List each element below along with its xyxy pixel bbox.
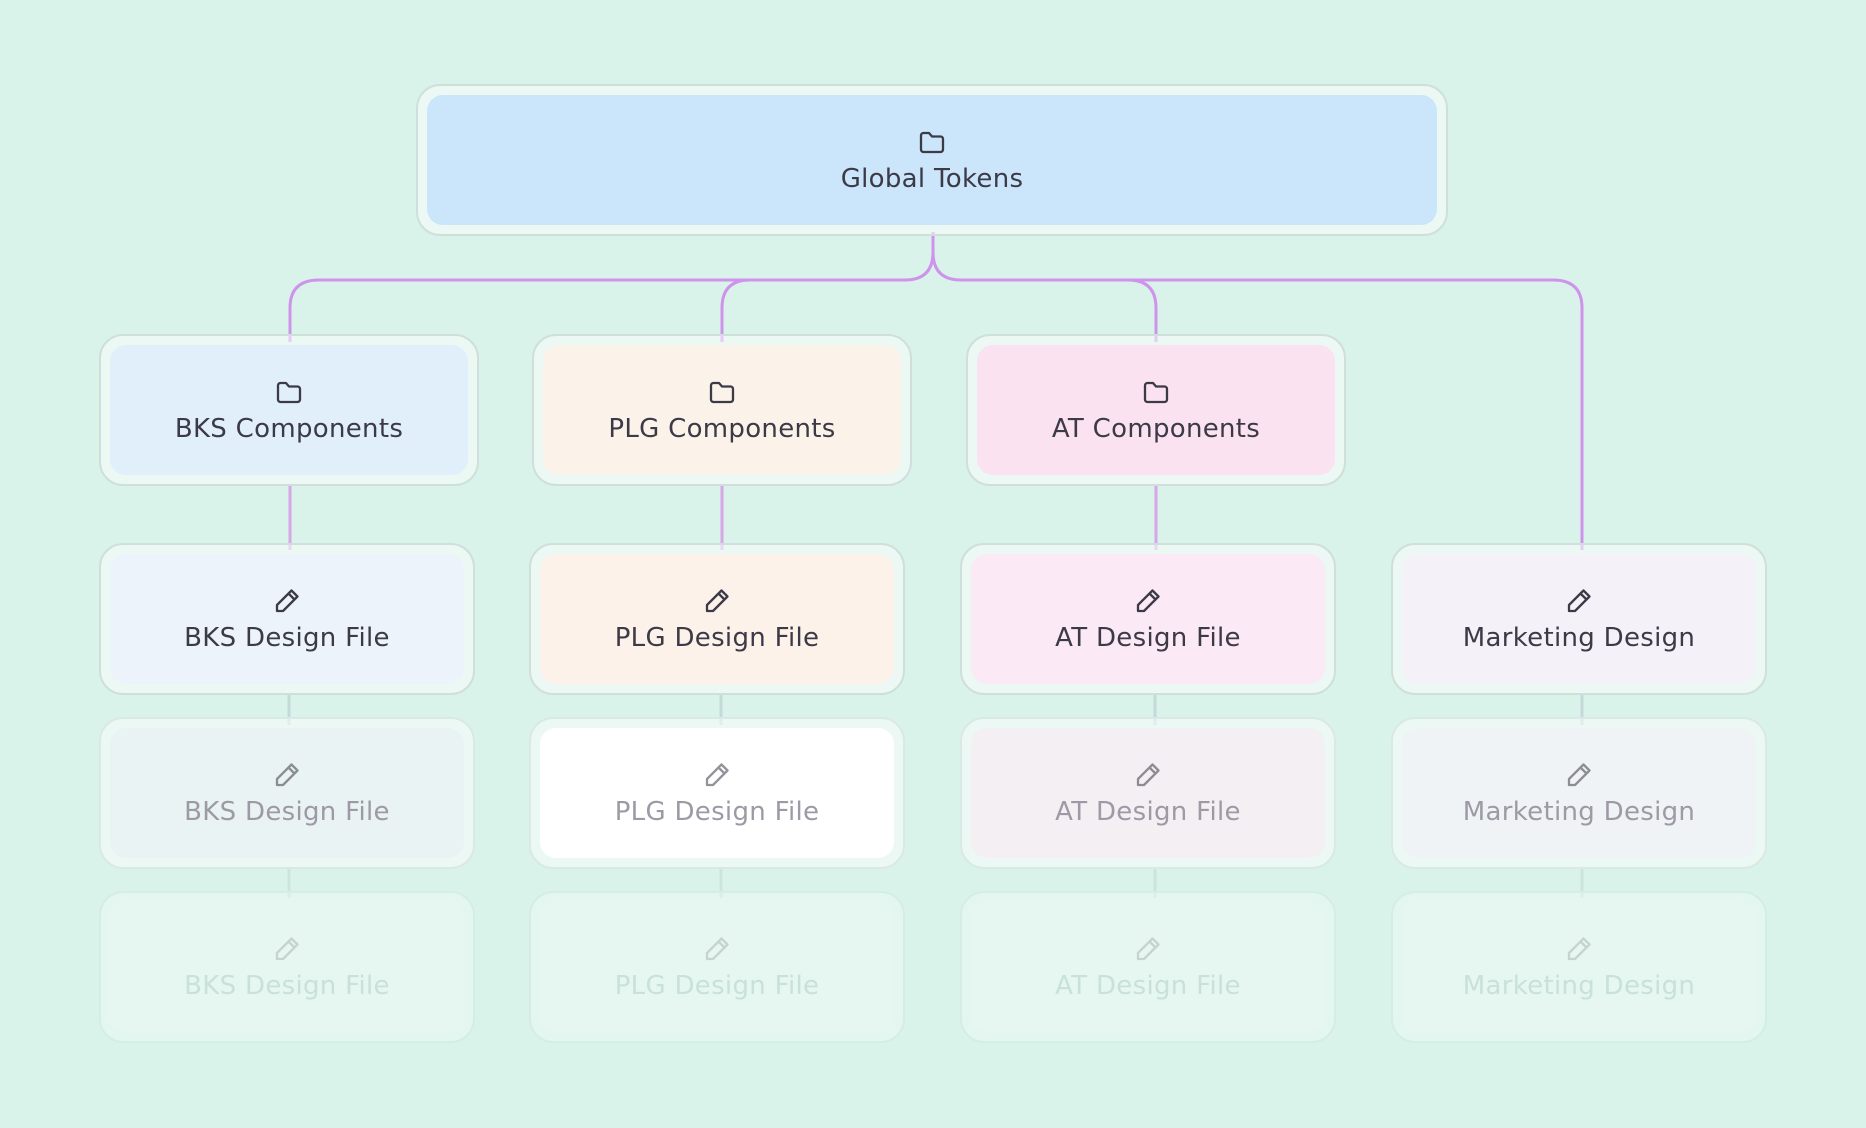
at-design-file-card: AT Design File — [971, 554, 1325, 684]
connector-stack-row2 — [287, 868, 1584, 898]
pencil-icon — [1563, 759, 1595, 791]
pencil-icon — [271, 585, 303, 617]
marketing-design-card: Marketing Design — [1402, 554, 1756, 684]
global-tokens-node[interactable]: Global Tokens — [416, 84, 1448, 236]
bks-design-file-faded-2-card: BKS Design File — [110, 902, 464, 1032]
at-design-file-faded-node[interactable]: AT Design File — [960, 717, 1336, 869]
marketing-design-faded-2-node[interactable]: Marketing Design — [1391, 891, 1767, 1043]
plg-design-file-faded-node[interactable]: PLG Design File — [529, 717, 905, 869]
folder-icon — [273, 376, 305, 408]
bks-components-label: BKS Components — [174, 414, 404, 444]
global-tokens-label: Global Tokens — [840, 164, 1024, 194]
pencil-icon — [701, 585, 733, 617]
folder-icon — [706, 376, 738, 408]
bks-design-file-faded-label: BKS Design File — [184, 797, 390, 827]
marketing-design-faded-node[interactable]: Marketing Design — [1391, 717, 1767, 869]
marketing-design-faded-label: Marketing Design — [1462, 797, 1696, 827]
plg-design-file-card: PLG Design File — [540, 554, 894, 684]
bks-design-file-faded-card: BKS Design File — [110, 728, 464, 858]
bks-design-file-label: BKS Design File — [184, 623, 390, 653]
at-design-file-faded-label: AT Design File — [1055, 797, 1241, 827]
bks-design-file-faded-2-label: BKS Design File — [184, 971, 390, 1001]
folder-icon — [916, 126, 948, 158]
at-design-file-label: AT Design File — [1055, 623, 1241, 653]
at-components-card: AT Components — [977, 345, 1335, 475]
pencil-icon — [1132, 585, 1164, 617]
plg-components-card: PLG Components — [543, 345, 901, 475]
marketing-design-node[interactable]: Marketing Design — [1391, 543, 1767, 695]
pencil-icon — [1563, 933, 1595, 965]
at-design-file-faded-2-node[interactable]: AT Design File — [960, 891, 1336, 1043]
at-components-node[interactable]: AT Components — [966, 334, 1346, 486]
plg-design-file-node[interactable]: PLG Design File — [529, 543, 905, 695]
plg-design-file-faded-2-node[interactable]: PLG Design File — [529, 891, 905, 1043]
at-design-file-node[interactable]: AT Design File — [960, 543, 1336, 695]
bks-design-file-node[interactable]: BKS Design File — [99, 543, 475, 695]
marketing-design-faded-2-label: Marketing Design — [1462, 971, 1696, 1001]
bks-design-file-faded-2-node[interactable]: BKS Design File — [99, 891, 475, 1043]
pencil-icon — [271, 759, 303, 791]
plg-design-file-faded-2-label: PLG Design File — [614, 971, 820, 1001]
marketing-design-faded-2-card: Marketing Design — [1402, 902, 1756, 1032]
pencil-icon — [1132, 759, 1164, 791]
plg-design-file-faded-2-card: PLG Design File — [540, 902, 894, 1032]
marketing-design-faded-card: Marketing Design — [1402, 728, 1756, 858]
connector-root-trunk — [288, 232, 935, 342]
plg-components-node[interactable]: PLG Components — [532, 334, 912, 486]
bks-components-card: BKS Components — [110, 345, 468, 475]
pencil-icon — [701, 759, 733, 791]
pencil-icon — [1563, 585, 1595, 617]
global-tokens-card: Global Tokens — [427, 95, 1437, 225]
plg-components-label: PLG Components — [608, 414, 836, 444]
at-design-file-faded-card: AT Design File — [971, 728, 1325, 858]
pencil-icon — [701, 933, 733, 965]
pencil-icon — [1132, 933, 1164, 965]
plg-design-file-faded-card: PLG Design File — [540, 728, 894, 858]
at-design-file-faded-2-label: AT Design File — [1055, 971, 1241, 1001]
bks-components-node[interactable]: BKS Components — [99, 334, 479, 486]
folder-icon — [1140, 376, 1172, 408]
connector-root-at — [1127, 278, 1158, 342]
connector-stack-row1 — [287, 694, 1584, 725]
pencil-icon — [271, 933, 303, 965]
bks-design-file-card: BKS Design File — [110, 554, 464, 684]
marketing-design-label: Marketing Design — [1462, 623, 1696, 653]
connector-root-plg — [720, 278, 751, 342]
plg-design-file-label: PLG Design File — [614, 623, 820, 653]
at-design-file-faded-2-card: AT Design File — [971, 902, 1325, 1032]
at-components-label: AT Components — [1051, 414, 1261, 444]
bks-design-file-faded-node[interactable]: BKS Design File — [99, 717, 475, 869]
plg-design-file-faded-label: PLG Design File — [614, 797, 820, 827]
